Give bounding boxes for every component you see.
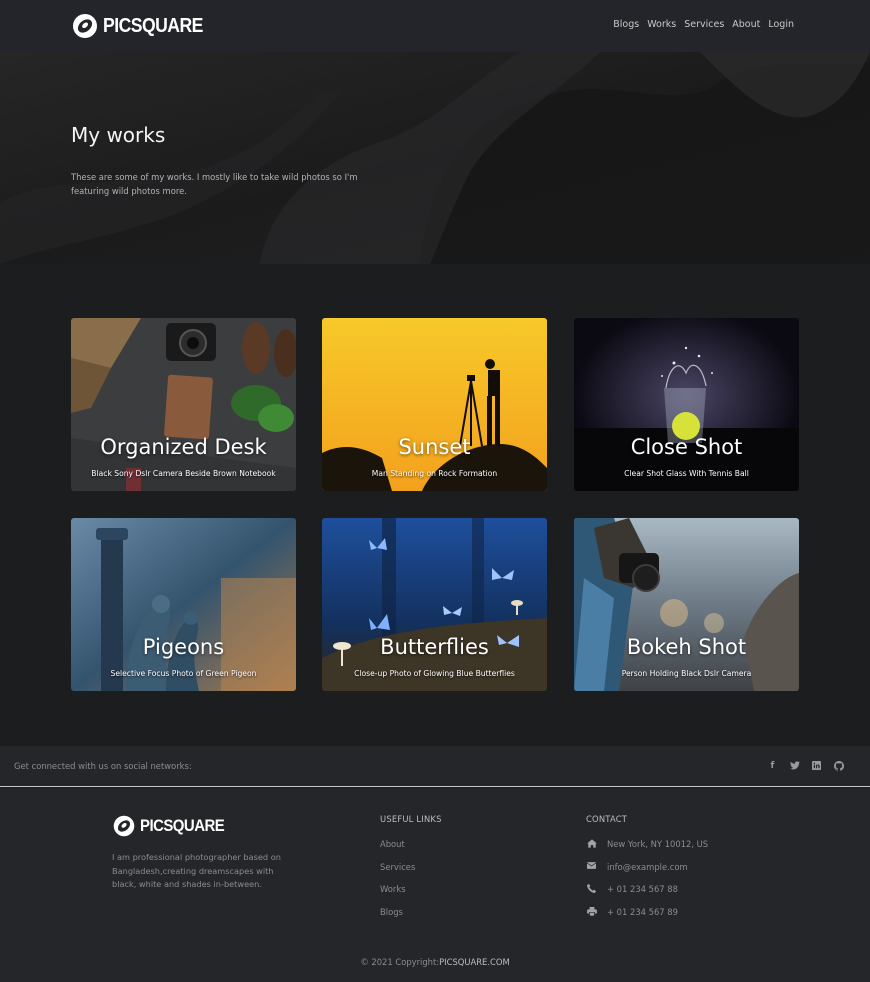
page-title: My works (71, 123, 166, 147)
footer-brand-logo[interactable]: PICSQUARE (112, 814, 236, 838)
gallery-card-bokeh-shot[interactable]: Bokeh Shot Person Holding Black Dslr Cam… (574, 518, 799, 691)
close-shot-photo (574, 318, 799, 491)
card-caption: Selective Focus Photo of Green Pigeon (110, 669, 257, 678)
social-text: Get connected with us on social networks… (14, 761, 192, 771)
gallery-card-organized-desk[interactable]: Organized Desk Black Sony Dslr Camera Be… (71, 318, 296, 491)
card-caption: Clear Shot Glass With Tennis Ball (624, 469, 749, 478)
facebook-icon[interactable]: f (767, 760, 778, 771)
logo-mark-icon (73, 14, 97, 38)
copyright-brand-link[interactable]: PICSQUARE.COM (439, 957, 510, 967)
card-caption: Person Holding Black Dslr Camera (621, 669, 752, 678)
brand-name: PICSQUARE (103, 14, 203, 37)
useful-links-list: About Services Works Blogs (380, 839, 415, 929)
card-title: Butterflies (380, 635, 489, 659)
pigeons-photo (71, 518, 296, 691)
useful-links-heading: USEFUL LINKS (380, 814, 442, 824)
social-bar: Get connected with us on social networks… (0, 746, 870, 787)
contact-phone-text: + 01 234 567 88 (607, 884, 678, 894)
brand-logo[interactable]: PICSQUARE (71, 12, 217, 40)
gallery-card-sunset[interactable]: Sunset Man Standing on Rock Formation (322, 318, 547, 491)
nav-login[interactable]: Login (768, 19, 794, 30)
footer-about-text: I am professional photographer based on … (112, 852, 281, 889)
logo-mark-icon (113, 815, 135, 837)
footer-link-works[interactable]: Works (380, 884, 415, 907)
nav-works[interactable]: Works (647, 19, 676, 30)
contact-phone: + 01 234 567 88 (586, 884, 708, 907)
contact-address-text: New York, NY 10012, US (607, 839, 709, 849)
nav-menu: Blogs Works Services About Login (613, 19, 794, 30)
github-icon[interactable] (833, 760, 844, 771)
footer-link-services[interactable]: Services (380, 862, 415, 885)
navbar: PICSQUARE Blogs Works Services About Log… (0, 0, 870, 52)
card-caption: Man Standing on Rock Formation (371, 469, 498, 478)
contact-fax-text: + 01 234 567 89 (607, 906, 678, 917)
contact-address: New York, NY 10012, US (586, 839, 708, 862)
card-title: Sunset (398, 435, 471, 459)
contact-fax: + 01 234 567 89 (586, 906, 708, 930)
hero-description: These are some of my works. I mostly lik… (71, 172, 358, 196)
card-caption: Black Sony Dslr Camera Beside Brown Note… (91, 469, 276, 478)
contact-list: New York, NY 10012, US info@example.com … (586, 839, 708, 929)
contact-heading: CONTACT (586, 814, 628, 824)
gallery-card-butterflies[interactable]: Butterflies Close-up Photo of Glowing Bl… (322, 518, 547, 691)
footer: PICSQUARE I am professional photographer… (0, 788, 870, 982)
card-title: Organized Desk (100, 435, 267, 459)
butterflies-photo (322, 518, 547, 691)
gallery-card-pigeons[interactable]: Pigeons Selective Focus Photo of Green P… (71, 518, 296, 691)
desk-photo (71, 318, 296, 491)
hero-background-image (0, 52, 870, 264)
card-title: Pigeons (142, 635, 225, 659)
copyright: © 2021 Copyright:PICSQUARE.COM (0, 957, 870, 967)
bokeh-photo (574, 518, 799, 691)
card-title: Close Shot (630, 435, 743, 459)
nav-blogs[interactable]: Blogs (613, 19, 639, 30)
phone-icon (586, 884, 597, 896)
contact-email: info@example.com (586, 862, 708, 885)
hero-banner: My works These are some of my works. I m… (0, 52, 870, 264)
printer-icon (586, 906, 597, 919)
envelope-icon (586, 861, 597, 872)
footer-brand-name: PICSQUARE (140, 816, 225, 835)
social-icons: f (767, 760, 844, 771)
sunset-photo (322, 318, 547, 491)
nav-services[interactable]: Services (684, 19, 724, 30)
footer-link-blogs[interactable]: Blogs (380, 907, 415, 930)
gallery-card-close-shot[interactable]: Close Shot Clear Shot Glass With Tennis … (574, 318, 799, 491)
card-title: Bokeh Shot (626, 635, 747, 659)
nav-about[interactable]: About (732, 19, 760, 30)
contact-email-text[interactable]: info@example.com (607, 862, 688, 872)
home-icon (586, 839, 597, 851)
footer-link-about[interactable]: About (380, 839, 415, 862)
twitter-icon[interactable] (789, 760, 800, 771)
linkedin-icon[interactable] (811, 760, 822, 771)
copyright-text: © 2021 Copyright: (360, 957, 440, 967)
card-caption: Close-up Photo of Glowing Blue Butterfli… (354, 669, 515, 678)
